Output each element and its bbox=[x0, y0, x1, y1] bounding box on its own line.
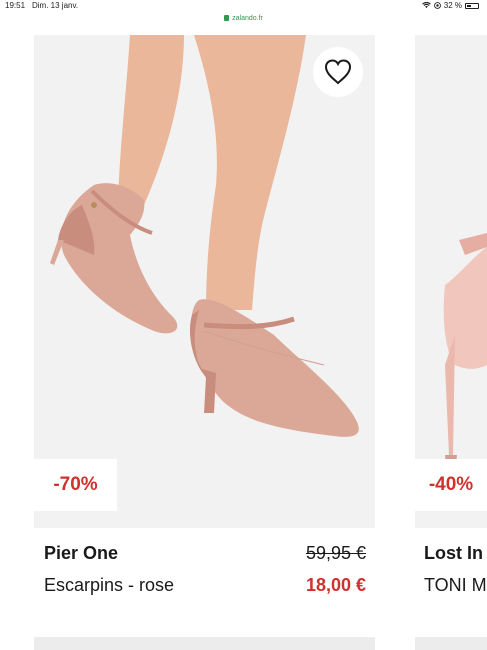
original-price: 59,95 € bbox=[305, 543, 366, 563]
shoe-photo bbox=[415, 35, 487, 528]
battery-percent: 32 % bbox=[443, 1, 462, 10]
sale-price: 18,00 € bbox=[305, 575, 366, 595]
product-name[interactable]: Escarpins - rose bbox=[44, 575, 174, 596]
url-text: zalando.fr bbox=[232, 14, 263, 22]
address-bar[interactable]: zalando.fr bbox=[0, 11, 487, 25]
status-time: 19:51 bbox=[5, 1, 26, 10]
battery-icon bbox=[465, 2, 479, 9]
wishlist-button[interactable] bbox=[313, 47, 363, 97]
product-image[interactable] bbox=[415, 35, 487, 528]
product-name[interactable]: TONI M bbox=[424, 575, 487, 596]
next-product-image[interactable] bbox=[34, 637, 375, 650]
discount-badge: -70% bbox=[34, 459, 117, 511]
product-image[interactable] bbox=[34, 35, 375, 528]
shoe-photo bbox=[34, 35, 375, 528]
product-brand[interactable]: Pier One bbox=[44, 543, 118, 564]
location-icon bbox=[433, 2, 441, 9]
discount-badge: -40% bbox=[415, 459, 487, 511]
status-icons: 32 % bbox=[421, 1, 479, 10]
product-brand[interactable]: Lost In bbox=[424, 543, 483, 564]
heart-outline-icon bbox=[324, 59, 352, 85]
wifi-icon bbox=[421, 2, 431, 9]
status-date: Dim. 13 janv. bbox=[32, 1, 79, 10]
lock-icon bbox=[224, 15, 230, 21]
next-product-image[interactable] bbox=[415, 637, 487, 650]
